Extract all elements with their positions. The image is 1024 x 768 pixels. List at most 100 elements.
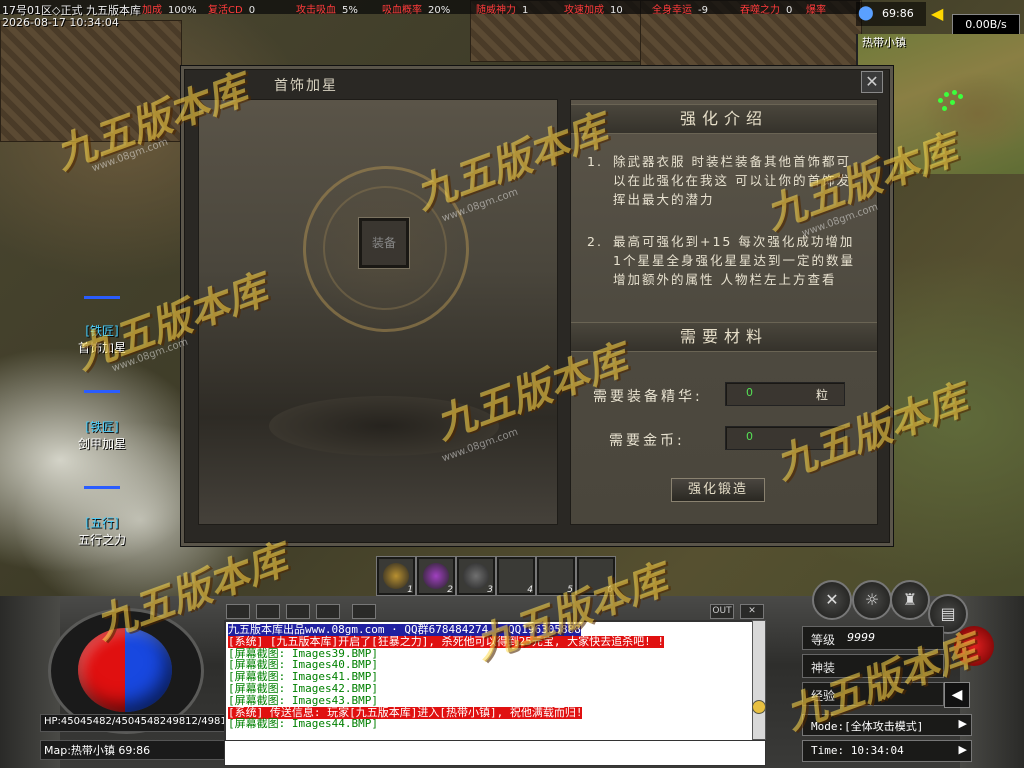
- materials-header: 需要材料: [571, 322, 877, 352]
- volume-icon[interactable]: ◀: [931, 4, 949, 24]
- npc-health-bar: [84, 486, 120, 489]
- npc-health-bar: [84, 390, 120, 393]
- hp-mp-orb: [78, 628, 172, 712]
- minimap-marker: [944, 92, 949, 97]
- slot-number: 5: [567, 585, 573, 595]
- map-pin-icon: ⬤: [858, 5, 874, 21]
- minimap-marker: [950, 100, 955, 105]
- god-equip-field[interactable]: 神装: [802, 654, 944, 678]
- status-value: -9: [698, 5, 708, 14]
- chat-tool-button[interactable]: ✕: [740, 604, 764, 619]
- hotbar-slot-4[interactable]: 4: [496, 556, 536, 596]
- status-stat: 攻速加成 10: [564, 1, 623, 14]
- forge-button[interactable]: 强化锻造: [671, 478, 765, 502]
- intro-text: 最高可强化到+15 每次强化成功增加1个星星全身强化星星达到一定的数量 增加额外…: [613, 234, 855, 287]
- npc-five-elements[interactable]: [五行] 五行之力: [64, 514, 140, 548]
- time-field: Time: 10:34:04 ▶: [802, 740, 972, 762]
- pedestal: [269, 396, 499, 456]
- building-roof: [0, 20, 182, 142]
- character-icon[interactable]: ♜: [890, 580, 930, 620]
- hotbar-slot-3[interactable]: 3: [456, 556, 496, 596]
- material-unit: 粒: [816, 388, 829, 402]
- chat-toolbar: OUT ✕: [224, 604, 764, 619]
- status-value: 20%: [428, 5, 451, 14]
- chat-tool-button[interactable]: [352, 604, 376, 619]
- chat-tool-button[interactable]: [286, 604, 310, 619]
- status-stat: 复活CD 0: [208, 1, 255, 14]
- npc-health-bar: [84, 296, 120, 299]
- skill-icon[interactable]: ☼: [852, 580, 892, 620]
- status-value: 100%: [168, 5, 197, 14]
- exp-field: 经验: [802, 682, 944, 706]
- equipment-panel: 装备: [198, 99, 558, 525]
- intro-number: 1.: [587, 154, 603, 169]
- chat-tool-button[interactable]: [256, 604, 280, 619]
- essence-field: 0 粒: [725, 382, 845, 406]
- intro-number: 2.: [587, 234, 603, 249]
- minimap-marker: [958, 94, 963, 99]
- minimap-marker: [952, 90, 957, 95]
- npc-weapon-star[interactable]: [铁匠] 剑甲加星: [64, 418, 140, 452]
- equipment-slot[interactable]: 装备: [358, 217, 410, 269]
- chat-scroll-thumb[interactable]: [752, 700, 766, 714]
- hp-value: HP:45045482/45045482: [44, 716, 167, 727]
- material-value: 0: [746, 386, 753, 399]
- npc-tag: [五行]: [85, 516, 119, 530]
- potion-icon: [383, 563, 409, 589]
- status-stat: 随威神力 1: [476, 1, 528, 14]
- chat-tool-button[interactable]: [316, 604, 340, 619]
- material-label: 需要装备精华:: [593, 389, 703, 405]
- status-stat: 加成 100%: [142, 1, 197, 14]
- hotbar-slot-5[interactable]: 5: [536, 556, 576, 596]
- intro-text: 除武器衣服 时装栏装备其他首饰都可以在此强化在我这 可以让你的首饰发挥出最大的潜…: [613, 154, 851, 207]
- server-time: 2026-08-17 10:34:04: [2, 16, 119, 29]
- status-label: 攻击吸血: [296, 5, 336, 14]
- status-label: 全身幸运: [652, 5, 692, 14]
- npc-name: 剑甲加星: [77, 437, 126, 451]
- status-stat: 吞噬之力 0: [740, 1, 792, 14]
- npc-name: 首饰加星: [77, 341, 126, 355]
- game-time: Time: 10:34:04: [811, 744, 904, 757]
- coordinate-display: ⬤ 69:86: [856, 2, 926, 26]
- speaker-icon[interactable]: ◀: [944, 682, 970, 708]
- intro-item: 2. 最高可强化到+15 每次强化成功增加1个星星全身强化星星达到一定的数量 增…: [587, 232, 859, 328]
- jewelry-star-dialog: 首饰加星 ✕ 装备 强化介绍 1. 除武器衣服 时装栏装备其他首饰都可以在此强化…: [181, 66, 893, 546]
- gold-field: 0: [725, 426, 845, 450]
- slot-number: 1: [407, 585, 413, 595]
- hotbar-slot-2[interactable]: 2: [416, 556, 456, 596]
- chat-window[interactable]: 九五版本库出品www.08gm.com · QQ群678484274 · QQ1…: [224, 620, 756, 742]
- slot-number: 6: [607, 585, 613, 595]
- status-value: 0: [248, 5, 256, 14]
- chat-scrollbar[interactable]: [752, 620, 766, 740]
- npc-tag: [铁匠]: [85, 324, 119, 338]
- chat-message: [屏幕截图: Images44.BMP]: [228, 717, 378, 731]
- material-value: 0: [746, 430, 753, 443]
- potion-icon: [463, 563, 489, 589]
- info-panel: 强化介绍 1. 除武器衣服 时装栏装备其他首饰都可以在此强化在我这 可以让你的首…: [570, 99, 878, 525]
- status-value: 0: [786, 5, 793, 14]
- hotbar-slot-6[interactable]: 6: [576, 556, 616, 596]
- close-button[interactable]: ✕: [861, 71, 883, 93]
- dialog-title: 首饰加星: [274, 78, 338, 94]
- chat-tool-button[interactable]: OUT: [710, 604, 734, 619]
- coordinates: 69:86: [882, 7, 914, 20]
- attack-mode-field[interactable]: Mode:[全体攻击模式] ▶: [802, 714, 972, 736]
- status-value: 5%: [342, 5, 358, 14]
- minimap-marker: [942, 106, 947, 111]
- status-label: 加成: [142, 5, 162, 14]
- attack-mode: Mode:[全体攻击模式]: [811, 720, 924, 733]
- status-value: 10: [610, 5, 623, 14]
- intro-item: 1. 除武器衣服 时装栏装备其他首饰都可以在此强化在我这 可以让你的首饰发挥出最…: [587, 152, 859, 228]
- chat-input[interactable]: [224, 740, 766, 766]
- status-label: 吞噬之力: [740, 5, 780, 14]
- hotbar-slot-1[interactable]: 1: [376, 556, 416, 596]
- potion-icon: [423, 563, 449, 589]
- chat-tool-button[interactable]: [226, 604, 250, 619]
- attack-mode-icon[interactable]: ✕: [812, 580, 852, 620]
- minimap-title: 热带小镇: [862, 36, 906, 49]
- exp-label: 经验: [811, 689, 836, 703]
- god-equip-label: 神装: [811, 661, 836, 675]
- chat-message: [屏幕截图: Images43.BMP]: [228, 693, 378, 707]
- npc-jewelry-star[interactable]: [铁匠] 首饰加星: [64, 322, 140, 356]
- minimap-marker: [938, 98, 943, 103]
